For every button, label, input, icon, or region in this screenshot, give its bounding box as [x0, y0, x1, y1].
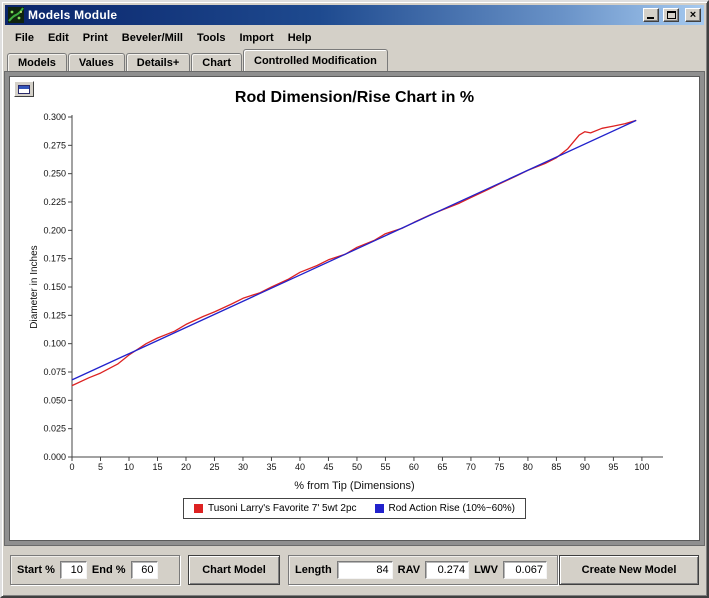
- menu-tools[interactable]: Tools: [190, 29, 233, 47]
- legend-swatch-rise: [375, 504, 384, 513]
- menu-beveler-mill[interactable]: Beveler/Mill: [115, 29, 190, 47]
- svg-text:90: 90: [580, 462, 590, 472]
- legend-label-model: Tusoni Larry's Favorite 7' 5wt 2pc: [208, 503, 357, 514]
- svg-text:Diameter in Inches: Diameter in Inches: [29, 245, 40, 328]
- svg-text:75: 75: [494, 462, 504, 472]
- svg-text:0.275: 0.275: [43, 140, 66, 150]
- svg-text:25: 25: [209, 462, 219, 472]
- tab-chart[interactable]: Chart: [191, 53, 242, 71]
- svg-text:0.150: 0.150: [43, 282, 66, 292]
- svg-text:5: 5: [98, 462, 103, 472]
- tab-values[interactable]: Values: [68, 53, 125, 71]
- end-percent-label: End %: [92, 564, 126, 576]
- svg-text:0.000: 0.000: [43, 452, 66, 462]
- svg-text:10: 10: [124, 462, 134, 472]
- svg-text:30: 30: [238, 462, 248, 472]
- chart-legend: Tusoni Larry's Favorite 7' 5wt 2pc Rod A…: [183, 498, 526, 519]
- app-icon: [8, 7, 24, 23]
- window-title: Models Module: [28, 8, 639, 22]
- chart-plot: 0 5 10 15 20 25 30 35 40 45 50 55 60 65 70 75 80 85 90 95 10…: [26, 109, 683, 477]
- rav-label: RAV: [398, 564, 420, 576]
- lwv-label: LWV: [474, 564, 498, 576]
- start-percent-label: Start %: [17, 564, 55, 576]
- svg-text:0.175: 0.175: [43, 254, 66, 264]
- tab-strip: Models Values Details+ Chart Controlled …: [5, 49, 704, 71]
- svg-text:0.250: 0.250: [43, 169, 66, 179]
- chart-title: Rod Dimension/Rise Chart in %: [10, 89, 699, 107]
- menu-print[interactable]: Print: [76, 29, 115, 47]
- menu-import[interactable]: Import: [232, 29, 280, 47]
- svg-text:40: 40: [295, 462, 305, 472]
- svg-text:20: 20: [181, 462, 191, 472]
- menu-file[interactable]: File: [8, 29, 41, 47]
- app-window: Models Module × File Edit Print Beveler/…: [0, 0, 709, 598]
- menu-edit[interactable]: Edit: [41, 29, 76, 47]
- create-new-model-button[interactable]: Create New Model: [559, 555, 699, 585]
- menu-bar: File Edit Print Beveler/Mill Tools Impor…: [5, 27, 704, 48]
- svg-text:0.125: 0.125: [43, 310, 66, 320]
- legend-item-rise: Rod Action Rise (10%~60%): [375, 503, 515, 514]
- svg-text:0.100: 0.100: [43, 339, 66, 349]
- chart-panel: Rod Dimension/Rise Chart in % 0 5 10 15 20 25…: [4, 71, 705, 546]
- start-percent-input[interactable]: [60, 561, 87, 579]
- svg-text:0.050: 0.050: [43, 395, 66, 405]
- minimize-button[interactable]: [643, 8, 659, 22]
- chart-frame-icon: [18, 85, 30, 94]
- svg-text:55: 55: [380, 462, 390, 472]
- minimize-icon: [647, 17, 654, 19]
- menu-help[interactable]: Help: [281, 29, 319, 47]
- chart-model-button[interactable]: Chart Model: [188, 555, 280, 585]
- svg-text:80: 80: [523, 462, 533, 472]
- lwv-input[interactable]: [503, 561, 547, 579]
- legend-item-model: Tusoni Larry's Favorite 7' 5wt 2pc: [194, 503, 357, 514]
- start-end-group: Start % End %: [10, 555, 180, 585]
- panel-corner-button[interactable]: [14, 81, 34, 97]
- length-rav-lwv-group: Length RAV LWV: [288, 555, 558, 585]
- tab-models[interactable]: Models: [7, 53, 67, 71]
- tab-controlled-modification[interactable]: Controlled Modification: [243, 49, 388, 71]
- close-button[interactable]: ×: [685, 8, 701, 22]
- length-input[interactable]: [337, 561, 393, 579]
- svg-text:60: 60: [409, 462, 419, 472]
- svg-text:0.025: 0.025: [43, 424, 66, 434]
- legend-swatch-model: [194, 504, 203, 513]
- close-icon: ×: [690, 10, 696, 20]
- svg-text:0.300: 0.300: [43, 112, 66, 122]
- maximize-icon: [667, 11, 676, 19]
- svg-text:0: 0: [69, 462, 74, 472]
- svg-text:100: 100: [634, 462, 649, 472]
- svg-text:0.075: 0.075: [43, 367, 66, 377]
- svg-text:50: 50: [352, 462, 362, 472]
- svg-text:35: 35: [266, 462, 276, 472]
- legend-label-rise: Rod Action Rise (10%~60%): [389, 503, 515, 514]
- bottom-control-bar: Start % End % Chart Model Length RAV LWV…: [4, 546, 705, 594]
- svg-text:95: 95: [608, 462, 618, 472]
- rav-input[interactable]: [425, 561, 469, 579]
- svg-text:45: 45: [323, 462, 333, 472]
- svg-text:0.200: 0.200: [43, 225, 66, 235]
- svg-text:65: 65: [437, 462, 447, 472]
- end-percent-input[interactable]: [131, 561, 158, 579]
- tab-details[interactable]: Details+: [126, 53, 191, 71]
- title-bar[interactable]: Models Module ×: [5, 5, 704, 25]
- length-label: Length: [295, 564, 332, 576]
- svg-text:15: 15: [152, 462, 162, 472]
- maximize-button[interactable]: [663, 8, 679, 22]
- svg-text:0.225: 0.225: [43, 197, 66, 207]
- svg-text:70: 70: [466, 462, 476, 472]
- chart-canvas-area: Rod Dimension/Rise Chart in % 0 5 10 15 20 25…: [9, 76, 700, 541]
- svg-text:85: 85: [551, 462, 561, 472]
